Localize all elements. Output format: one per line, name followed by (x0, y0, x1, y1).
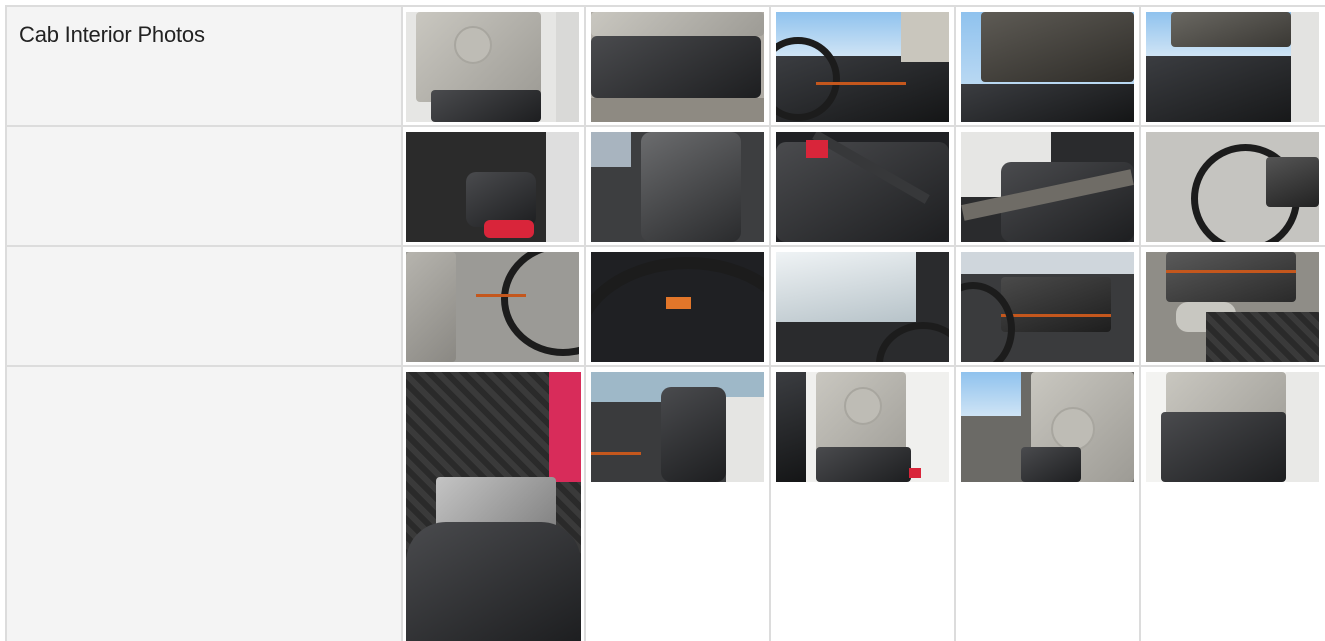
sleeper-seat-photo[interactable] (591, 372, 764, 482)
grid-line (584, 5, 586, 641)
door-panel-photo[interactable] (1146, 372, 1319, 482)
door-steering-photo[interactable] (406, 252, 579, 362)
grid-line (1139, 5, 1141, 641)
section-label-cell (7, 7, 401, 641)
grid-line (401, 5, 403, 641)
cab-interior-gallery: Cab Interior Photos (0, 0, 1325, 641)
grid-line (5, 5, 1325, 7)
windshield-photo[interactable] (776, 252, 949, 362)
floor-mat-shifter-photo[interactable] (406, 372, 581, 641)
section-title: Cab Interior Photos (19, 22, 205, 47)
passenger-seat-photo[interactable] (591, 132, 764, 242)
grid-line (5, 5, 7, 641)
door-panel-photo[interactable] (591, 12, 764, 122)
seat-belt-photo[interactable] (961, 132, 1134, 242)
dashboard-photo[interactable] (776, 12, 949, 122)
cup-holder-photo[interactable] (1146, 252, 1319, 362)
grid-line (954, 5, 956, 641)
door-panel-photo[interactable] (961, 372, 1134, 482)
cab-ceiling-photo[interactable] (1146, 12, 1319, 122)
door-panel-photo[interactable] (406, 12, 579, 122)
grid-line (769, 5, 771, 641)
steering-wheel-photo[interactable] (1146, 132, 1319, 242)
grid-line (5, 125, 1325, 127)
seat-belt-photo[interactable] (776, 132, 949, 242)
grid-line (5, 365, 1325, 367)
center-console-photo[interactable] (961, 252, 1134, 362)
door-panel-photo[interactable] (776, 372, 949, 482)
grid-line (5, 245, 1325, 247)
driver-seat-photo[interactable] (406, 132, 579, 242)
instrument-cluster-photo[interactable] (591, 252, 764, 362)
cab-ceiling-photo[interactable] (961, 12, 1134, 122)
